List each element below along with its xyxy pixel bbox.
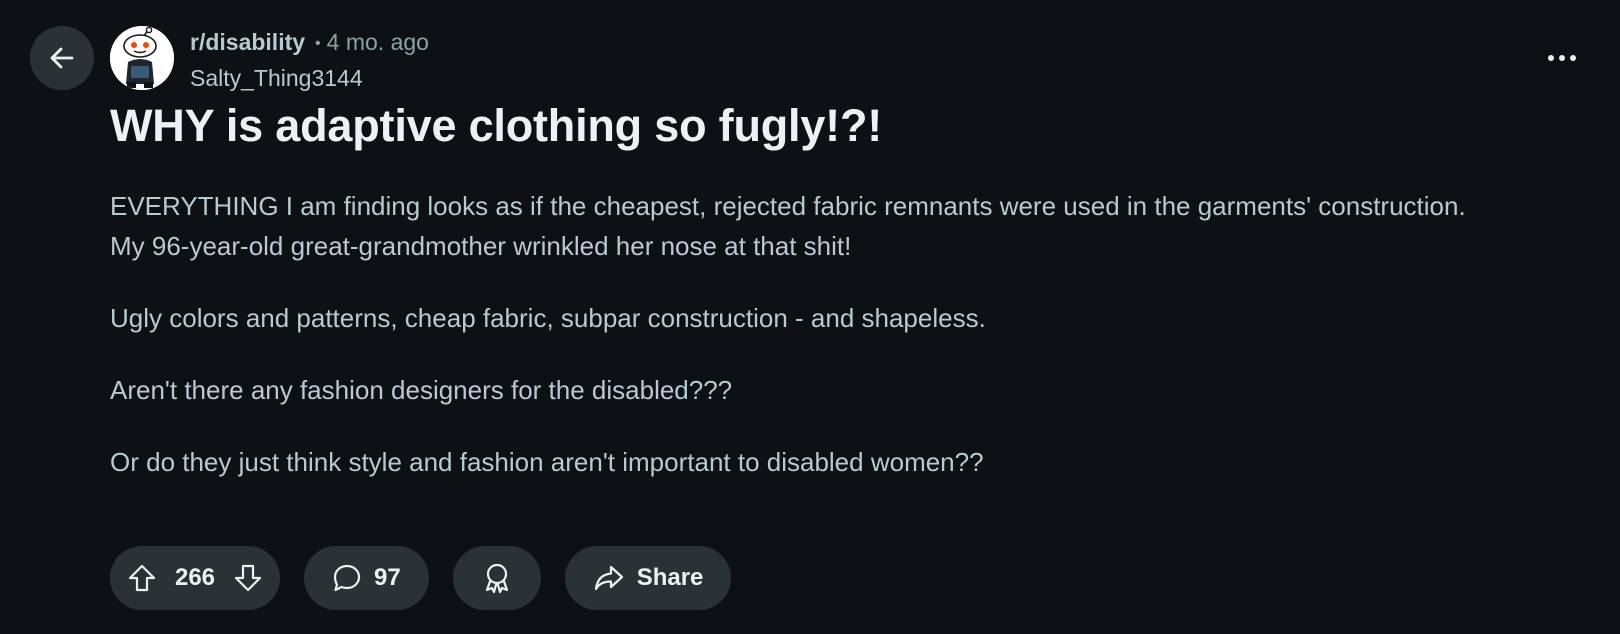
post-page: r/disability • 4 mo. ago Salty_Thing3144…	[0, 0, 1620, 634]
back-button[interactable]	[30, 26, 94, 90]
upvote-arrow-icon	[128, 564, 156, 592]
vote-count: 266	[174, 564, 216, 591]
downvote-button[interactable]	[230, 560, 266, 596]
vote-control: 266	[110, 546, 280, 610]
author-link[interactable]: Salty_Thing3144	[190, 63, 429, 93]
post-time: 4 mo. ago	[326, 29, 429, 55]
meta-separator: •	[315, 35, 321, 52]
share-label: Share	[636, 564, 704, 591]
post-paragraph: Or do they just think style and fashion …	[110, 447, 984, 477]
comments-button[interactable]: 97	[304, 546, 429, 610]
downvote-arrow-icon	[234, 564, 262, 592]
comment-bubble-icon	[333, 564, 361, 592]
user-avatar[interactable]	[110, 26, 174, 90]
upvote-button[interactable]	[124, 560, 160, 596]
post-paragraph: Ugly colors and patterns, cheap fabric, …	[110, 303, 986, 333]
subreddit-link[interactable]: r/disability	[190, 26, 305, 58]
post-paragraph: Aren't there any fashion designers for t…	[110, 375, 733, 405]
share-arrow-icon	[594, 565, 623, 591]
overflow-menu-button[interactable]	[1544, 40, 1580, 76]
post-meta: r/disability • 4 mo. ago Salty_Thing3144	[190, 26, 429, 93]
ellipsis-icon	[1548, 55, 1576, 61]
post-body: EVERYTHING I am finding looks as if the …	[110, 186, 1490, 514]
award-icon	[485, 563, 508, 594]
post-actions-bar: 266 97 Share	[110, 546, 732, 610]
award-button[interactable]	[452, 546, 541, 610]
post-title: WHY is adaptive clothing so fugly!?!	[110, 100, 883, 151]
snoo-avatar-icon	[110, 26, 174, 90]
post-paragraph: EVERYTHING I am finding looks as if the …	[110, 191, 1466, 261]
arrow-left-icon	[50, 47, 74, 69]
share-button[interactable]: Share	[564, 546, 732, 610]
comment-count: 97	[374, 564, 401, 591]
